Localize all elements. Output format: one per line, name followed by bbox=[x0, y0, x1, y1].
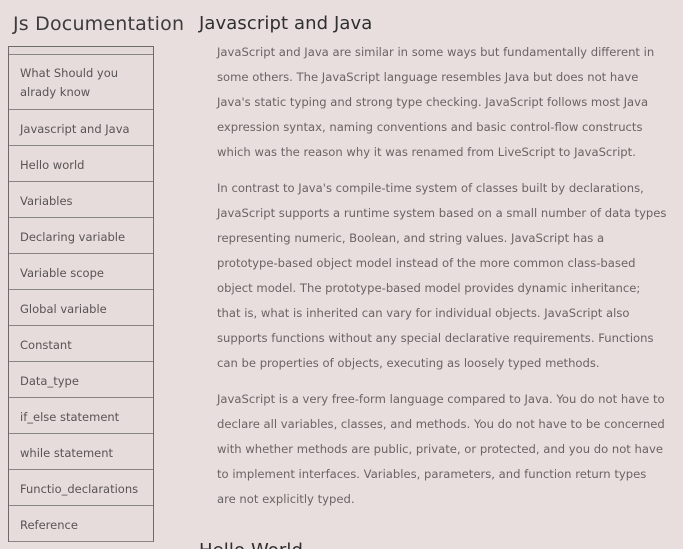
sidebar-navigation: Js Documentation What Should you alrady … bbox=[0, 0, 190, 549]
sidebar-item-reference[interactable]: Reference bbox=[9, 505, 153, 542]
sidebar-item-functio-declarations[interactable]: Functio_declarations bbox=[9, 469, 153, 506]
heading-hello-world: Hello World bbox=[199, 523, 671, 549]
section-javascript-and-java: Javascript and Java JavaScript and Java … bbox=[199, 0, 671, 512]
sidebar-item-if-else-statement[interactable]: if_else statement bbox=[9, 397, 153, 434]
paragraph-js-java-similarities: JavaScript and Java are similar in some … bbox=[217, 45, 655, 160]
sidebar-item-while-statement[interactable]: while statement bbox=[9, 433, 153, 470]
sidebar-item-what-should-you-alrady-know[interactable]: What Should you alrady know bbox=[9, 54, 153, 110]
sidebar-item-declaring-variable[interactable]: Declaring variable bbox=[9, 217, 153, 254]
sidebar-list-header-strip bbox=[9, 46, 153, 55]
sidebar-item-data-type[interactable]: Data_type bbox=[9, 361, 153, 398]
sidebar-item-global-variable[interactable]: Global variable bbox=[9, 289, 153, 326]
sidebar-item-list: What Should you alrady know Javascript a… bbox=[8, 45, 154, 542]
heading-javascript-and-java: Javascript and Java bbox=[199, 13, 373, 34]
sidebar-item-javascript-and-java[interactable]: Javascript and Java bbox=[9, 109, 153, 146]
sidebar-item-hello-world[interactable]: Hello world bbox=[9, 145, 153, 182]
sidebar-item-variable-scope[interactable]: Variable scope bbox=[9, 253, 153, 290]
section-hello-world: Hello World To get started with writing … bbox=[199, 523, 671, 549]
sidebar-item-variables[interactable]: Variables bbox=[9, 181, 153, 218]
paragraph-js-java-runtime-system: In contrast to Java's compile-time syste… bbox=[217, 181, 667, 371]
paragraph-js-free-form-language: JavaScript is a very free-form language … bbox=[217, 392, 665, 507]
main-documentation: Javascript and Java JavaScript and Java … bbox=[190, 0, 683, 549]
sidebar-item-constant[interactable]: Constant bbox=[9, 325, 153, 362]
documentation-page: Js Documentation What Should you alrady … bbox=[0, 0, 683, 549]
sidebar-title: Js Documentation bbox=[13, 13, 185, 35]
